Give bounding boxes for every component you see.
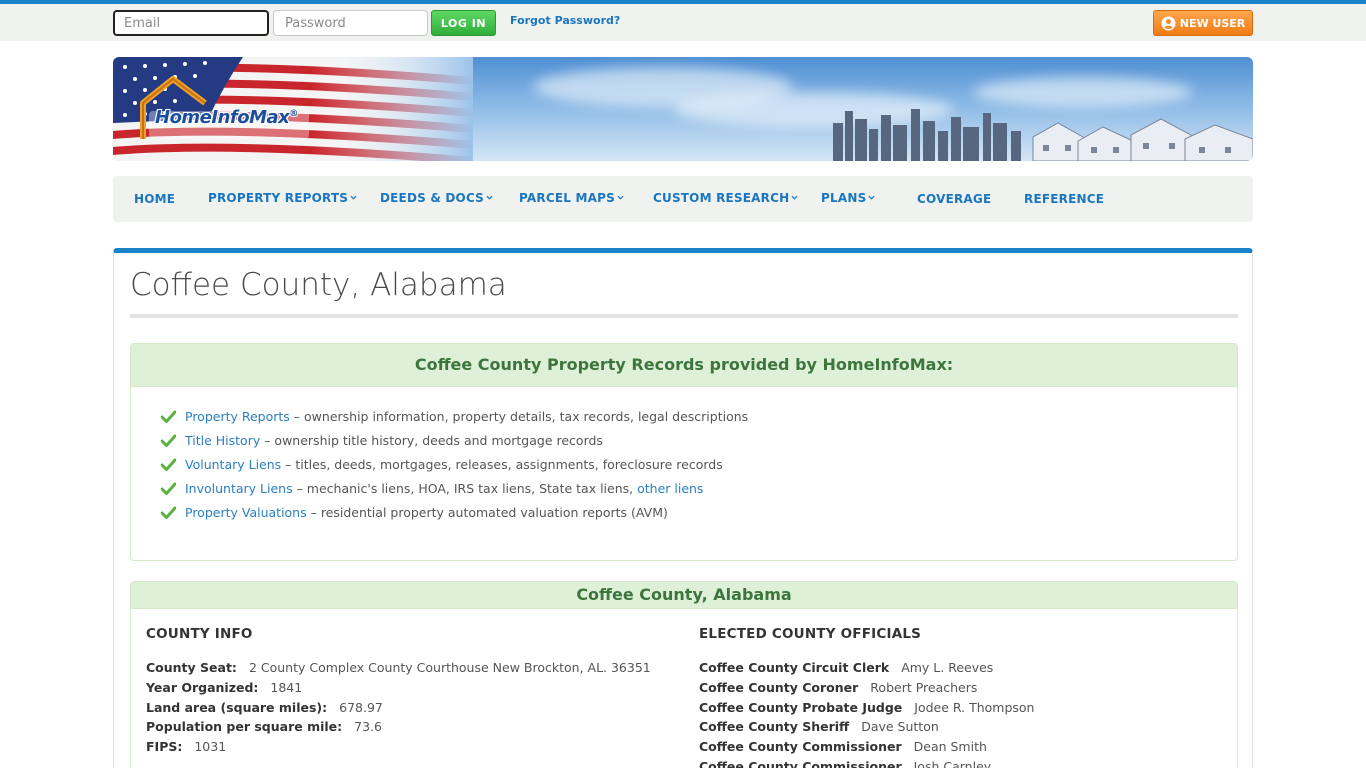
nav-reference[interactable]: REFERENCE [1024,192,1104,206]
official-title: Coffee County Commissioner [699,739,902,755]
header-banner: HomeInfoMax® [113,57,1253,161]
password-input[interactable] [273,10,428,36]
check-icon [161,482,176,495]
involuntary-liens-link[interactable]: Involuntary Liens [185,481,293,496]
nav-custom-research[interactable]: CUSTOM RESEARCH [653,191,798,205]
item-description: – residential property automated valuati… [306,504,668,520]
records-panel: Coffee County Property Records provided … [130,343,1238,561]
official-name: Josh Carnley [913,758,992,768]
login-button[interactable]: LOG IN [431,10,496,36]
county-info-title: COUNTY INFO [146,626,253,642]
info-value: 73.6 [354,719,382,735]
main-content: Coffee County, Alabama Coffee County Pro… [113,248,1253,768]
county-panel-heading: Coffee County, Alabama [131,582,1237,609]
official-name: Amy L. Reeves [901,660,994,676]
nav-parcel-maps[interactable]: PARCEL MAPS [519,191,624,205]
info-row: Population per square mile: 73.6 [146,717,651,737]
officials-title: ELECTED COUNTY OFFICIALS [699,626,922,642]
main-nav: HOME PROPERTY REPORTS DEEDS & DOCS PARCE… [113,176,1253,222]
official-name: Dean Smith [913,739,987,755]
official-name: Robert Preachers [870,680,978,696]
info-row: Year Organized: 1841 [146,678,651,698]
logo-text: HomeInfoMax [155,107,290,128]
info-key: FIPS: [146,739,183,755]
official-row: Coffee County Circuit Clerk Amy L. Reeves [699,658,1034,678]
officials-list: Coffee County Circuit Clerk Amy L. Reeves… [699,658,1034,768]
nav-home[interactable]: HOME [134,192,175,206]
chevron-down-icon [486,195,493,200]
official-title: Coffee County Commissioner [699,758,902,768]
list-item: Property Valuations – residential proper… [161,500,748,524]
other-liens-link[interactable]: other liens [637,481,703,496]
logo-wordmark[interactable]: HomeInfoMax® [155,107,298,128]
info-value: 2 County Complex County Courthouse New B… [248,660,651,676]
info-key: County Seat: [146,660,237,676]
check-icon [161,410,176,423]
official-row: Coffee County Commissioner Dean Smith [699,737,1034,757]
list-item: Title History – ownership title history,… [161,428,748,452]
item-description: – ownership title history, deeds and mor… [260,432,603,448]
official-row: Coffee County Commissioner Josh Carnley [699,756,1034,768]
chevron-down-icon [617,195,624,200]
list-item: Involuntary Liens – mechanic's liens, HO… [161,476,748,500]
check-icon [161,458,176,471]
nav-property-reports[interactable]: PROPERTY REPORTS [208,191,357,205]
item-description: – ownership information, property detail… [289,408,749,424]
title-history-link[interactable]: Title History [185,433,260,448]
records-panel-heading: Coffee County Property Records provided … [131,344,1237,387]
registered-mark: ® [289,109,298,119]
check-icon [161,506,176,519]
info-row: County Seat: 2 County Complex County Cour… [146,658,651,678]
check-icon [161,434,176,447]
property-reports-link[interactable]: Property Reports [185,409,290,424]
chevron-down-icon [868,195,875,200]
records-list: Property Reports – ownership information… [161,404,748,524]
nav-deeds-docs[interactable]: DEEDS & DOCS [380,191,493,205]
official-title: Coffee County Circuit Clerk [699,660,890,676]
email-input[interactable] [113,10,269,36]
title-divider [130,314,1238,318]
official-name: Dave Sutton [861,719,939,735]
info-value: 1031 [194,739,227,755]
official-name: Jodee R. Thompson [914,699,1035,715]
official-row: Coffee County Coroner Robert Preachers [699,678,1034,698]
info-row: Land area (square miles): 678.97 [146,697,651,717]
info-key: Year Organized: [146,680,259,696]
official-row: Coffee County Probate Judge Jodee R. Thom… [699,697,1034,717]
new-user-button[interactable]: NEW USER [1153,10,1253,36]
official-row: Coffee County Sheriff Dave Sutton [699,717,1034,737]
new-user-label: NEW USER [1179,16,1246,30]
forgot-password-link[interactable]: Forgot Password? [510,14,620,27]
list-item: Voluntary Liens – titles, deeds, mortgag… [161,452,748,476]
voluntary-liens-link[interactable]: Voluntary Liens [185,457,281,472]
info-key: Population per square mile: [146,719,343,735]
official-title: Coffee County Probate Judge [699,699,903,715]
official-title: Coffee County Sheriff [699,719,850,735]
chevron-down-icon [791,195,798,200]
county-info-list: County Seat: 2 County Complex County Cour… [146,658,651,756]
info-row: FIPS: 1031 [146,737,651,757]
info-value: 1841 [270,680,303,696]
city-skyline-image [833,109,1253,161]
nav-plans[interactable]: PLANS [821,191,875,205]
item-description: – mechanic's liens, HOA, IRS tax liens, … [292,480,638,496]
info-key: Land area (square miles): [146,699,328,715]
list-item: Property Reports – ownership information… [161,404,748,428]
item-description: – titles, deeds, mortgages, releases, as… [281,456,723,472]
nav-coverage[interactable]: COVERAGE [917,192,991,206]
chevron-down-icon [350,195,357,200]
user-icon [1161,15,1176,31]
page-title: Coffee County, Alabama [130,267,507,303]
official-title: Coffee County Coroner [699,680,859,696]
county-panel: Coffee County, Alabama COUNTY INFO Count… [130,581,1238,768]
property-valuations-link[interactable]: Property Valuations [185,505,307,520]
info-value: 678.97 [339,699,383,715]
